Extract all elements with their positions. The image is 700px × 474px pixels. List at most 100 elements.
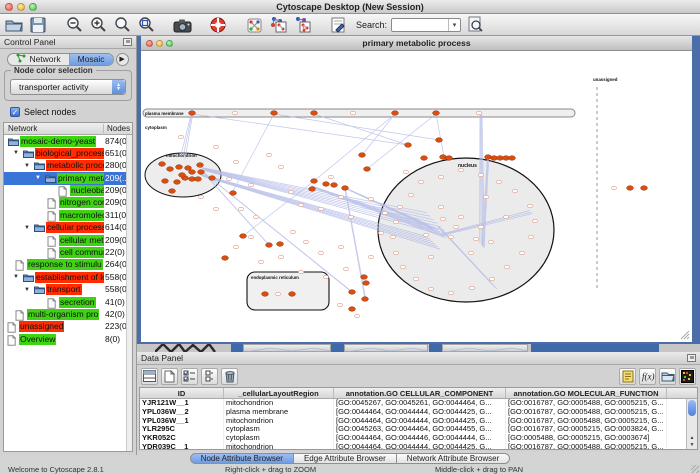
svg-text:cytoplasm: cytoplasm — [145, 125, 167, 130]
column-header-1[interactable]: _cellularLayoutRegion — [224, 388, 334, 398]
control-panel-tabs: NetworkMosaic ▶ — [0, 49, 136, 67]
table-row[interactable]: YPL036W__2plasma membrane[GO:0044464, GO… — [140, 408, 697, 417]
search-input[interactable] — [392, 20, 448, 29]
tree-row-unassigned[interactable]: unassigned223(0) — [4, 321, 132, 333]
tree-row-count: 22(0) — [105, 247, 125, 258]
table-row[interactable]: YJR121W__1mitochondrion[GO:0045267, GO:0… — [140, 399, 697, 408]
column-header-2[interactable]: annotation.GO CELLULAR_COMPONENT — [334, 388, 506, 398]
file-icon — [7, 322, 17, 331]
zoom-out-icon[interactable] — [64, 15, 84, 34]
cell: [GO:0016787, GO:0005488, GO:0005215, G..… — [506, 408, 667, 417]
tree-row-macromolecule[interactable]: macromolecule311(0) — [4, 209, 132, 221]
expand-arrow-icon[interactable]: ▼ — [13, 150, 19, 156]
tree-row-cellular-metabo[interactable]: cellular metabo209(0) — [4, 234, 132, 246]
tree-scrollbar[interactable] — [126, 135, 132, 451]
tree-header[interactable]: Network Nodes — [4, 123, 132, 135]
tree-row-biological-process[interactable]: ▼biological_process651(0) — [4, 147, 132, 159]
expand-arrow-icon[interactable]: ▼ — [24, 287, 30, 293]
resize-grip[interactable] — [691, 465, 699, 473]
plasma-membrane-region[interactable] — [143, 109, 575, 117]
float-window-icon[interactable] — [687, 354, 696, 362]
network-small-icon[interactable] — [244, 16, 264, 35]
tree-row-mosaic-demo-yeast[interactable]: mosaic-demo-yeast874(0) — [4, 135, 132, 147]
status-item-1: Right-click + drag to ZOOM — [225, 465, 316, 474]
scrollbar-arrows[interactable]: ▲▼ — [687, 435, 697, 449]
zoom-fit-icon[interactable] — [112, 15, 132, 34]
tab-network[interactable]: Network — [8, 54, 68, 65]
tree-row-metabolic-process[interactable]: ▼metabolic process280(0) — [4, 160, 132, 172]
annotation-icon[interactable] — [328, 15, 348, 34]
table-row[interactable]: YKR052Ccytoplasm[GO:0044464, GO:0044446,… — [140, 434, 697, 443]
data-panel-toolbar: f(x) — [137, 365, 700, 387]
chevron-down-icon[interactable]: ▾ — [448, 19, 460, 31]
expand-arrow-icon[interactable]: ▼ — [24, 163, 30, 169]
tree-row-nitrogen-compo[interactable]: nitrogen compo209(0) — [4, 197, 132, 209]
file-icon — [15, 260, 25, 269]
tab-node-attribute-browser[interactable]: Node Attribute Browser — [190, 453, 294, 464]
new-attribute-icon[interactable] — [161, 368, 178, 385]
column-header-0[interactable]: ID — [140, 388, 224, 398]
cell: YPL036W__1 — [140, 417, 224, 426]
select-nodes-checkbox[interactable]: ✓ — [10, 107, 20, 117]
tree-row-establishment-of-lo[interactable]: ▼establishment of lo558(0) — [4, 271, 132, 283]
tree-row-overview[interactable]: Overview8(0) — [4, 333, 132, 345]
tree-row-primary-metabo[interactable]: ▼primary metabo209(... — [4, 172, 132, 184]
tree-rows: mosaic-demo-yeast874(0) ▼ biological_proce… — [4, 135, 132, 346]
search-options-icon[interactable] — [465, 15, 485, 34]
cell: mitochondrion — [224, 417, 334, 426]
attribute-grid-icon[interactable] — [141, 368, 158, 385]
network-overlay-1-icon[interactable] — [268, 15, 288, 34]
zoom-selected-icon[interactable] — [136, 15, 156, 34]
column-header-3[interactable]: annotation.GO MOLECULAR_FUNCTION — [506, 388, 667, 398]
unselect-attributes-icon[interactable] — [201, 368, 218, 385]
table-scrollbar[interactable]: ▲▼ — [686, 399, 697, 449]
network-overlay-2-icon[interactable] — [292, 15, 312, 34]
network-canvas[interactable]: nucleusmitochondrionplasma membranecytop… — [141, 51, 692, 341]
cell: [GO:0016787, GO:0005215, GO:0003824, G..… — [506, 425, 667, 434]
select-attributes-icon[interactable] — [181, 368, 198, 385]
tree-row-nucleobase-[interactable]: nucleobase-209(0) — [4, 185, 132, 197]
snapshot-camera-icon[interactable] — [172, 16, 192, 35]
node-color-dropdown[interactable]: transporter activity ▲▼ — [10, 79, 126, 95]
table-row[interactable]: YPL036W__1mitochondrion[GO:0044464, GO:0… — [140, 417, 697, 426]
tree-row-count: 42(0) — [105, 309, 125, 320]
scrollbar-thumb[interactable] — [688, 400, 696, 416]
cell: YJR121W__1 — [140, 399, 224, 408]
tree-row-response-to-stimulu[interactable]: response to stimulu264(0) — [4, 259, 132, 271]
group-label: Node color selection — [11, 66, 96, 75]
help-lifebuoy-icon[interactable] — [208, 15, 228, 34]
tree-row-cellular-process[interactable]: ▼cellular process614(0) — [4, 222, 132, 234]
tab-network-attribute-browser[interactable]: Network Attribute Browser — [397, 453, 510, 464]
background-window-frame — [231, 344, 243, 352]
save-icon[interactable] — [28, 15, 48, 34]
svg-text:plasma membrane: plasma membrane — [145, 111, 184, 116]
tree-row-cell-communicat[interactable]: cell communicat22(0) — [4, 247, 132, 259]
table-row[interactable]: YLR295Ccytoplasm[GO:0045263, GO:0044464,… — [140, 425, 697, 434]
tree-row-secretion[interactable]: secretion41(0) — [4, 296, 132, 308]
tab-edge-attribute-browser[interactable]: Edge Attribute Browser — [294, 453, 397, 464]
window-resize-grip — [681, 331, 689, 339]
network-graph[interactable]: nucleusmitochondrionplasma membranecytop… — [141, 51, 692, 341]
attribute-matrix-icon[interactable] — [679, 368, 696, 385]
attribute-table: ID_cellularLayoutRegionannotation.GO CEL… — [139, 387, 698, 450]
folder-icon — [23, 273, 33, 282]
tree-row-multi-organism-pro[interactable]: multi-organism pro42(0) — [4, 308, 132, 320]
tree-row-label: biological_process — [35, 148, 104, 159]
tab-mosaic[interactable]: Mosaic — [69, 54, 113, 65]
function-builder-icon[interactable]: f(x) — [639, 368, 656, 385]
open-folder-icon[interactable] — [4, 15, 24, 34]
delete-attribute-icon[interactable] — [221, 368, 238, 385]
zoom-in-icon[interactable] — [88, 15, 108, 34]
attribute-table-header[interactable]: ID_cellularLayoutRegionannotation.GO CEL… — [140, 388, 697, 399]
table-row[interactable]: YDR039C__1mitochondrion[GO:0044464, GO:0… — [140, 443, 697, 450]
expand-arrow-icon[interactable]: ▼ — [13, 274, 19, 280]
tree-row-transport[interactable]: ▼transport558(0) — [4, 284, 132, 296]
network-window-titlebar[interactable]: primary metabolic process — [141, 36, 692, 51]
float-window-icon[interactable] — [123, 38, 132, 46]
notes-icon[interactable] — [619, 368, 636, 385]
expand-arrow-icon[interactable]: ▼ — [24, 225, 30, 231]
tab-overflow-button[interactable]: ▶ — [116, 53, 129, 66]
expand-arrow-icon[interactable]: ▼ — [35, 175, 41, 181]
import-attributes-icon[interactable] — [659, 368, 676, 385]
tree-row-label: mosaic-demo-yeast — [20, 136, 96, 147]
